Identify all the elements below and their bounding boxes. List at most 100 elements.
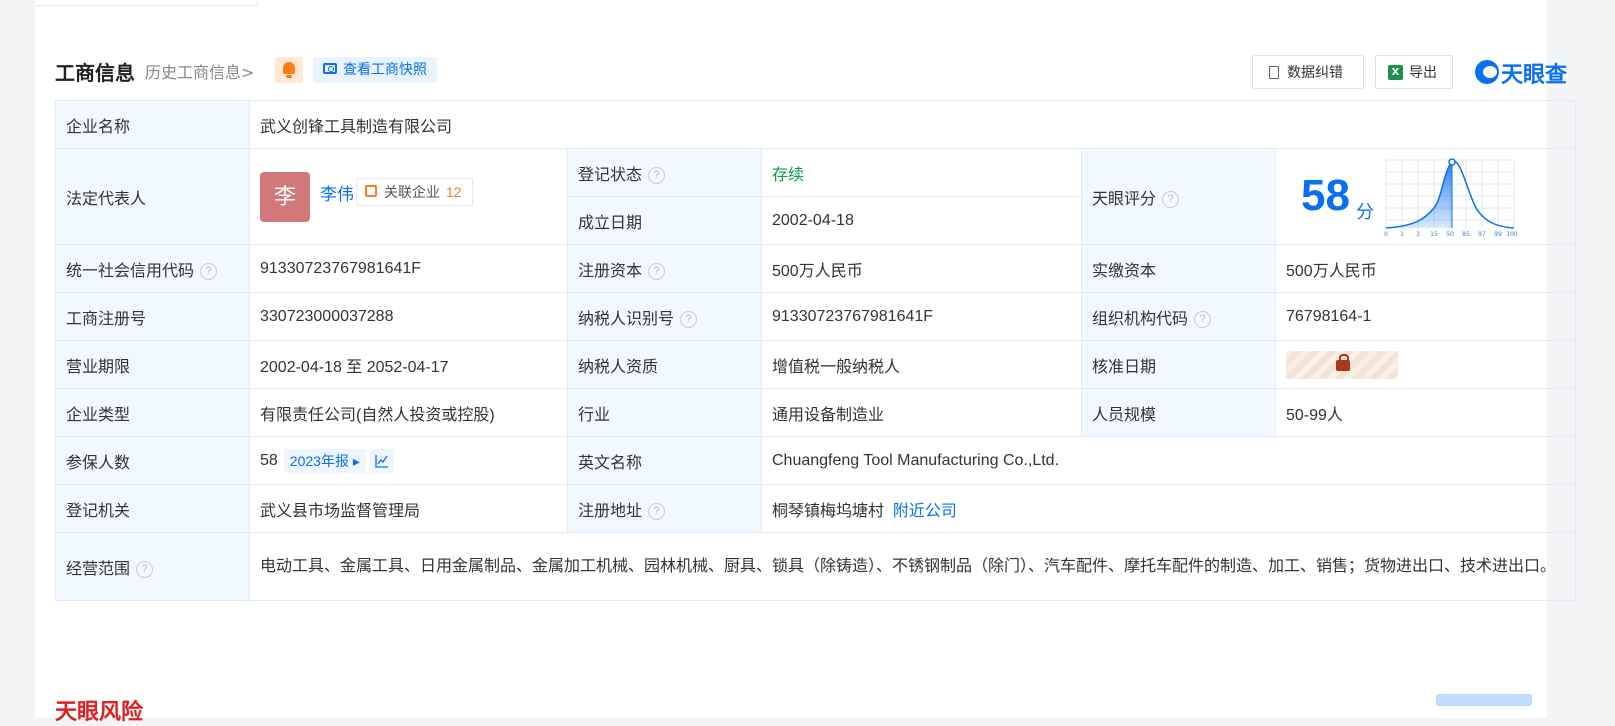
export-label: 导出 xyxy=(1409,65,1437,81)
reg-no: 330723000037288 xyxy=(249,292,568,341)
taxpayer-id: 91330723767981641F xyxy=(761,292,1082,341)
help-icon[interactable]: ? xyxy=(1162,190,1180,208)
credit-code: 91330723767981641F xyxy=(249,244,568,293)
scope-label-cell: 经营范围? xyxy=(55,532,250,601)
help-icon[interactable]: ? xyxy=(648,262,666,280)
taxpayer-qual: 增值税一般纳税人 xyxy=(761,340,1082,389)
related-companies-button[interactable]: 关联企业 12 xyxy=(356,177,473,206)
logo-icon xyxy=(1475,60,1499,84)
export-button[interactable]: X 导出 xyxy=(1375,55,1453,89)
authority: 武义县市场监督管理局 xyxy=(249,484,568,533)
credit-code-label: 统一社会信用代码 xyxy=(66,262,195,280)
type-label: 企业类型 xyxy=(55,388,250,437)
authority-label: 登记机关 xyxy=(55,484,250,533)
staff-size: 50-99人 xyxy=(1274,388,1577,437)
related-companies-label: 关联企业 xyxy=(384,183,440,200)
logo-text: 天眼查 xyxy=(1501,63,1568,88)
help-icon[interactable]: ? xyxy=(1194,310,1212,328)
trend-chart-icon[interactable] xyxy=(369,448,394,473)
help-icon[interactable]: ? xyxy=(648,166,666,184)
section-title: 工商信息 xyxy=(55,61,135,85)
business-info-table: 企业名称 武义创锋工具制造有限公司 法定代表人 李 李伟 关联企业 12 登记状态… xyxy=(55,100,1577,601)
address-label-cell: 注册地址? xyxy=(567,484,762,533)
company-name: 武义创锋工具制造有限公司 xyxy=(248,100,1577,149)
company-name-label: 企业名称 xyxy=(55,100,250,149)
staff-size-label: 人员规模 xyxy=(1081,388,1276,437)
org-code-label-cell: 组织机构代码? xyxy=(1081,292,1276,341)
english-name-label: 英文名称 xyxy=(567,436,762,485)
score-axis-tick: 3 xyxy=(1416,231,1420,238)
document-icon xyxy=(1269,66,1279,79)
score-cell[interactable]: 58 分 0 1 3 15 50 85 97 99 100 xyxy=(1274,148,1577,245)
approve-date-cell xyxy=(1274,340,1577,389)
term-label: 营业期限 xyxy=(55,340,250,389)
industry-label: 行业 xyxy=(567,388,762,437)
table-row: 企业名称 武义创锋工具制造有限公司 xyxy=(55,100,1577,149)
score-axis-tick: 1 xyxy=(1400,231,1404,238)
taxpayer-id-label-cell: 纳税人识别号? xyxy=(567,292,762,341)
table-row: 参保人数 58 2023年报 ▸ 英文名称 Chuangfeng Tool Man… xyxy=(55,436,1577,485)
company-type: 有限责任公司(自然人投资或控股) xyxy=(249,388,568,437)
next-section-logo xyxy=(1436,694,1532,706)
annual-report-tag[interactable]: 2023年报 ▸ xyxy=(283,448,366,473)
related-companies-count: 12 xyxy=(446,183,462,200)
address: 桐琴镇梅坞塘村 xyxy=(772,502,885,520)
score-axis-tick: 100 xyxy=(1506,231,1518,238)
top-tab-remnant xyxy=(35,0,258,6)
score-axis-tick: 50 xyxy=(1446,231,1454,238)
annual-report-label: 2023年报 xyxy=(289,452,349,469)
score-axis-tick: 99 xyxy=(1494,231,1502,238)
insured-cell: 58 2023年报 ▸ xyxy=(249,436,568,485)
taxpayer-id-label: 纳税人识别号 xyxy=(578,310,675,328)
nearby-companies-link[interactable]: 附近公司 xyxy=(893,503,957,520)
address-label: 注册地址 xyxy=(578,502,643,520)
score-axis-tick: 97 xyxy=(1478,231,1486,238)
score-label-cell: 天眼评分? xyxy=(1081,148,1276,245)
data-correction-button[interactable]: 数据纠错 xyxy=(1252,55,1364,89)
address-cell: 桐琴镇梅坞塘村 附近公司 xyxy=(760,484,1577,533)
reg-capital: 500万人民币 xyxy=(761,244,1082,293)
business-scope: 电动工具、金属工具、日用金属制品、金属加工机械、园林机械、厨具、锁具（除铸造）、… xyxy=(248,532,1577,601)
history-info-link[interactable]: 历史工商信息> xyxy=(145,59,254,83)
data-correction-label: 数据纠错 xyxy=(1287,65,1343,81)
reg-status-label-cell: 登记状态? xyxy=(567,148,762,197)
tianyancha-logo: 天眼查 xyxy=(1475,57,1567,89)
english-name: Chuangfeng Tool Manufacturing Co.,Ltd. xyxy=(760,436,1577,485)
industry: 通用设备制造业 xyxy=(761,388,1082,437)
insured-count: 58 xyxy=(260,451,278,469)
help-icon[interactable]: ? xyxy=(648,502,666,520)
taxpayer-qual-label: 纳税人资质 xyxy=(567,340,762,389)
avatar[interactable]: 李 xyxy=(260,171,310,222)
org-code-label: 组织机构代码 xyxy=(1092,310,1189,328)
org-code: 76798164-1 xyxy=(1274,292,1577,341)
snapshot-button[interactable]: 查看工商快照 xyxy=(313,57,437,83)
table-row: 企业类型 有限责任公司(自然人投资或控股) 行业 通用设备制造业 人员规模 50… xyxy=(55,388,1577,437)
table-row: 经营范围? 电动工具、金属工具、日用金属制品、金属加工机械、园林机械、厨具、锁具… xyxy=(55,532,1577,601)
legal-rep-label: 法定代表人 xyxy=(55,148,250,245)
help-icon[interactable]: ? xyxy=(136,560,154,578)
score-axis-tick: 15 xyxy=(1430,231,1438,238)
table-row: 统一社会信用代码? 91330723767981641F 注册资本? 500万人… xyxy=(55,244,1577,293)
snapshot-button-label: 查看工商快照 xyxy=(343,62,427,78)
table-row: 法定代表人 李 李伟 关联企业 12 登记状态? 存续 天眼评分? 58 分 0… xyxy=(55,148,1577,245)
excel-icon: X xyxy=(1388,65,1403,80)
table-row: 营业期限 2002-04-18 至 2052-04-17 纳税人资质 增值税一般… xyxy=(55,340,1577,389)
locked-content[interactable] xyxy=(1286,350,1398,379)
score-axis-tick: 85 xyxy=(1462,231,1470,238)
help-icon[interactable]: ? xyxy=(680,310,698,328)
term: 2002-04-18 至 2052-04-17 xyxy=(249,340,568,389)
approve-date-label: 核准日期 xyxy=(1081,340,1276,389)
score-value: 58 xyxy=(1301,170,1350,220)
help-icon[interactable]: ? xyxy=(200,262,218,280)
next-section-title: 天眼风险 xyxy=(55,700,144,725)
related-companies-icon xyxy=(365,184,377,197)
paid-capital-label: 实缴资本 xyxy=(1081,244,1276,293)
found-date-label: 成立日期 xyxy=(567,196,762,245)
reg-status: 存续 xyxy=(761,148,1082,197)
found-date: 2002-04-18 xyxy=(761,196,1082,245)
table-row: 登记机关 武义县市场监督管理局 注册地址? 桐琴镇梅坞塘村 附近公司 xyxy=(55,484,1577,533)
reg-capital-label: 注册资本 xyxy=(578,262,643,280)
legal-rep-name[interactable]: 李伟 xyxy=(320,180,354,205)
bell-icon[interactable] xyxy=(275,57,303,83)
table-row: 工商注册号 330723000037288 纳税人识别号? 9133072376… xyxy=(55,292,1577,341)
